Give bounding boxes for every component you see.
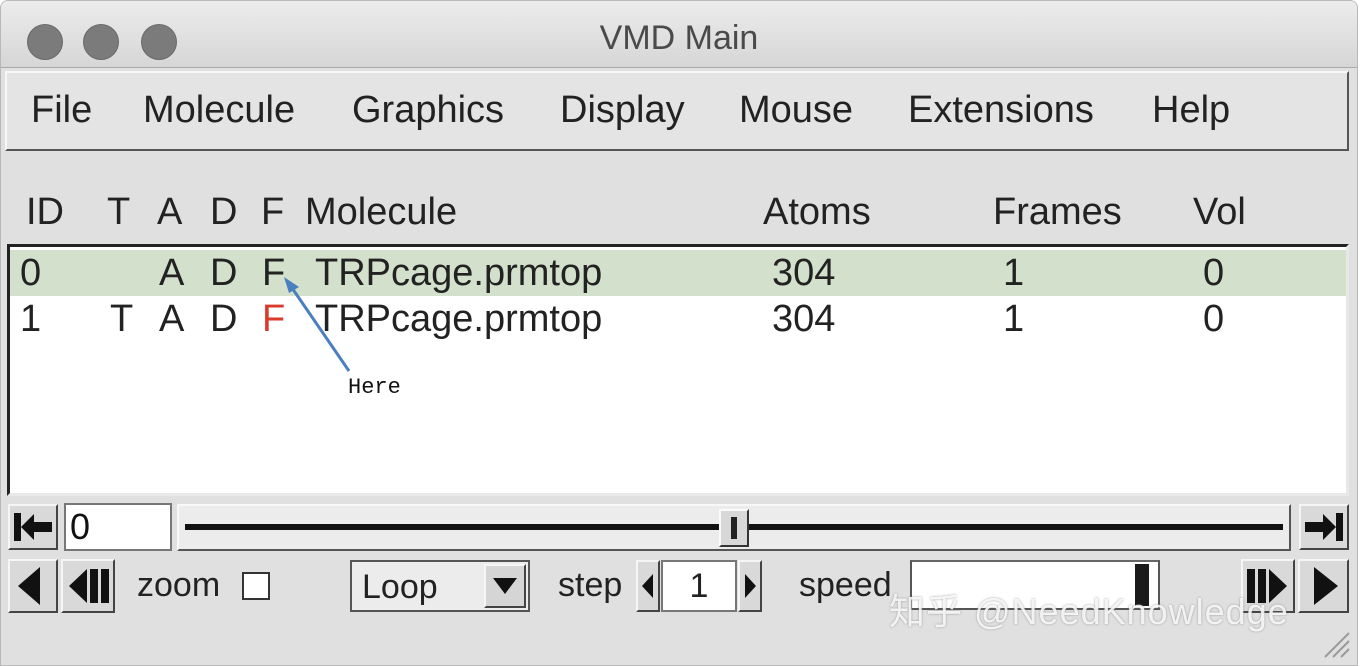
step-input[interactable]: 1	[661, 560, 737, 612]
loop-mode-dropdown-button[interactable]	[484, 564, 526, 608]
step-decrement-button[interactable]	[636, 560, 660, 612]
dropdown-arrow-icon	[493, 578, 517, 594]
slider-thumb[interactable]	[719, 509, 749, 547]
jump-to-end-button[interactable]	[1299, 504, 1349, 550]
vmd-main-window: VMD Main File Molecule Graphics Display …	[0, 0, 1358, 666]
step-back-button[interactable]	[61, 559, 115, 613]
zoom-checkbox[interactable]	[242, 572, 270, 600]
watermark-text: 知乎 @NeedKnowledge	[889, 591, 1289, 632]
step-increment-button[interactable]	[738, 560, 762, 612]
speed-label: speed	[799, 566, 892, 604]
step-decrement-icon	[642, 574, 653, 598]
play-forward-icon	[1314, 567, 1338, 605]
play-reverse-icon	[18, 567, 40, 605]
step-back-icon	[69, 569, 109, 603]
loop-mode-select[interactable]: Loop	[350, 560, 530, 612]
jump-to-end-icon	[1305, 513, 1343, 541]
play-reverse-button[interactable]	[8, 559, 58, 613]
frame-slider[interactable]	[177, 504, 1291, 551]
frame-number-input[interactable]: 0	[64, 503, 172, 551]
step-label: step	[558, 566, 623, 604]
play-forward-button[interactable]	[1298, 559, 1349, 613]
jump-to-start-icon	[14, 513, 52, 541]
zoom-label: zoom	[137, 566, 221, 604]
resize-grip-icon[interactable]	[1321, 629, 1351, 659]
annotation-label: Here	[348, 375, 401, 400]
jump-to-start-button[interactable]	[8, 504, 58, 550]
loop-mode-value: Loop	[362, 568, 438, 606]
step-increment-icon	[745, 574, 756, 598]
